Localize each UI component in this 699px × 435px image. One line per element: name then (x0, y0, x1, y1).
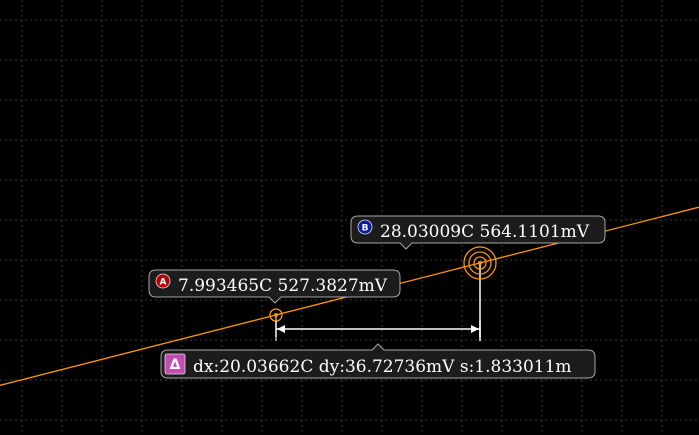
cursor-a-dot (274, 313, 278, 317)
cursor-a-badge-letter: A (160, 278, 167, 288)
cursor-b-dot (478, 261, 482, 265)
cursor-a-readout: 7.993465C 527.3827mV (178, 276, 388, 296)
cursor-b-readout: 28.03009C 564.1101mV (380, 222, 590, 242)
delta-readout: dx:20.03662C dy:36.72736mV s:1.833011m (193, 357, 572, 377)
delta-icon: Δ (170, 357, 181, 373)
cursor-b-badge-letter: B (362, 224, 369, 234)
oscilloscope-plot[interactable]: B 28.03009C 564.1101mV A 7.993465C 527.3… (0, 0, 699, 435)
